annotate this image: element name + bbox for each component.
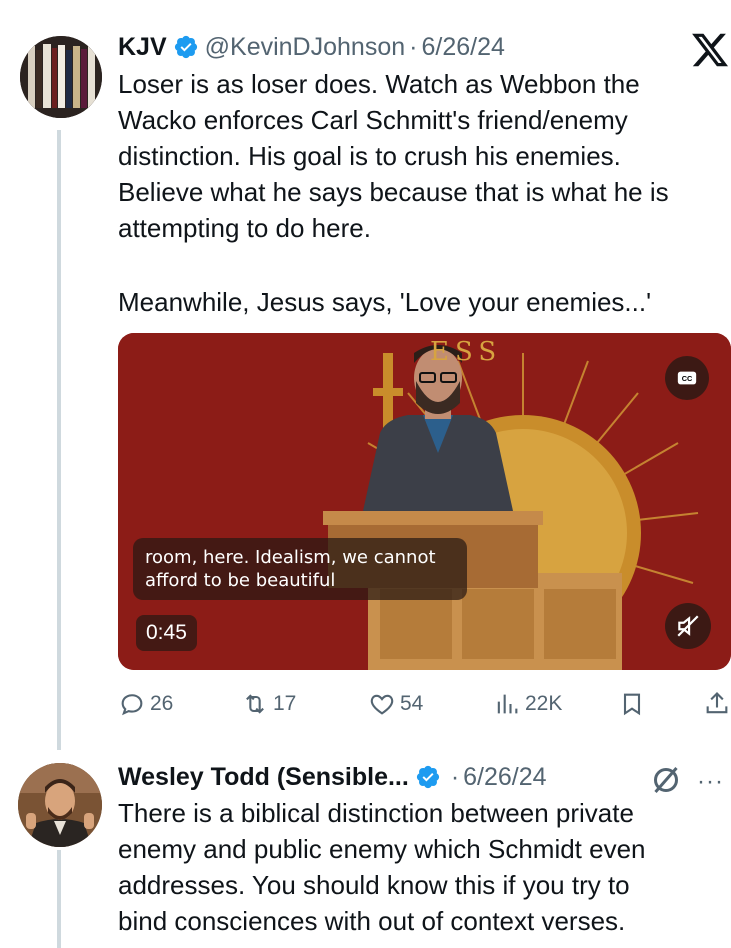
x-logo-icon: [690, 30, 730, 70]
tweet-text-line: Loser is as loser does. Watch as Webbon …: [118, 69, 640, 99]
reply-count: 26: [150, 692, 174, 715]
like-count: 54: [400, 692, 424, 715]
tweet-header: KJV @KevinDJohnson · 6/26/24: [118, 30, 505, 64]
avatar[interactable]: [18, 763, 102, 847]
tweet-text-line: attempting to do here.: [118, 213, 371, 243]
tweet-text-line: Believe what he says because that is wha…: [118, 177, 669, 207]
separator-dot: ·: [450, 762, 460, 791]
video-frame: [118, 333, 731, 670]
verified-icon: [415, 764, 441, 790]
views-count: 22K: [525, 692, 563, 715]
thread-connector: [57, 130, 61, 750]
display-name[interactable]: KJV: [118, 33, 167, 62]
like-button[interactable]: 54: [368, 686, 423, 722]
video-player[interactable]: ESS CC room, here. Idealism, we cannot a…: [118, 333, 731, 670]
tweet-body: Loser is as loser does. Watch as Webbon …: [118, 66, 728, 246]
separator-dot: ·: [409, 32, 418, 61]
avatar[interactable]: [20, 36, 102, 118]
tweet-actions: 26 17 54 22K: [118, 686, 731, 722]
views-icon: [497, 694, 518, 714]
bookmark-button[interactable]: [618, 686, 650, 722]
tweet-text-line: Wacko enforces Carl Schmitt's friend/ene…: [118, 105, 628, 135]
tweet-text-line: There is a biblical distinction between …: [118, 798, 634, 828]
caption-line: afford to be beautiful: [145, 570, 336, 591]
caption-line: room, here. Idealism, we cannot: [145, 547, 436, 568]
tweet-body-paragraph: Meanwhile, Jesus says, 'Love your enemie…: [118, 287, 652, 317]
share-icon: [706, 692, 728, 714]
handle[interactable]: @KevinDJohnson: [205, 33, 406, 62]
retweet-count: 17: [273, 692, 297, 715]
mute-button[interactable]: [665, 603, 711, 649]
bookmark-icon: [623, 693, 641, 716]
cc-icon: CC: [677, 371, 697, 385]
more-icon[interactable]: ···: [697, 768, 724, 796]
tweet-header: Wesley Todd (Sensible... · 6/26/24: [118, 760, 547, 794]
display-name[interactable]: Wesley Todd (Sensible...: [118, 763, 409, 792]
tweet-date[interactable]: 6/26/24: [421, 33, 504, 62]
views-button[interactable]: 22K: [493, 686, 562, 722]
reply-button[interactable]: 26: [118, 686, 173, 722]
mute-icon: [677, 615, 699, 637]
retweet-icon: [246, 694, 264, 714]
backdrop-text: ESS: [430, 337, 503, 367]
captions-button[interactable]: CC: [665, 356, 709, 400]
svg-text:CC: CC: [682, 374, 693, 383]
tweet-text-line: enemy and public enemy which Schmidt eve…: [118, 834, 646, 864]
video-captions: room, here. Idealism, we cannot afford t…: [133, 538, 467, 600]
verified-icon: [173, 34, 199, 60]
thread-connector-bottom: [57, 850, 61, 948]
grok-icon[interactable]: [648, 762, 684, 798]
tweet-text-line: distinction. His goal is to crush his en…: [118, 141, 621, 171]
tweet-body: There is a biblical distinction between …: [118, 795, 728, 939]
tweet-date[interactable]: 6/26/24: [463, 763, 546, 792]
reply-icon: [121, 694, 143, 716]
video-timestamp: 0:45: [136, 615, 197, 651]
retweet-button[interactable]: 17: [241, 686, 296, 722]
share-button[interactable]: [703, 686, 731, 722]
tweet-text-line: addresses. You should know this if you t…: [118, 870, 630, 900]
tweet-text-line: bind consciences with out of context ver…: [118, 906, 626, 936]
like-icon: [370, 694, 394, 715]
